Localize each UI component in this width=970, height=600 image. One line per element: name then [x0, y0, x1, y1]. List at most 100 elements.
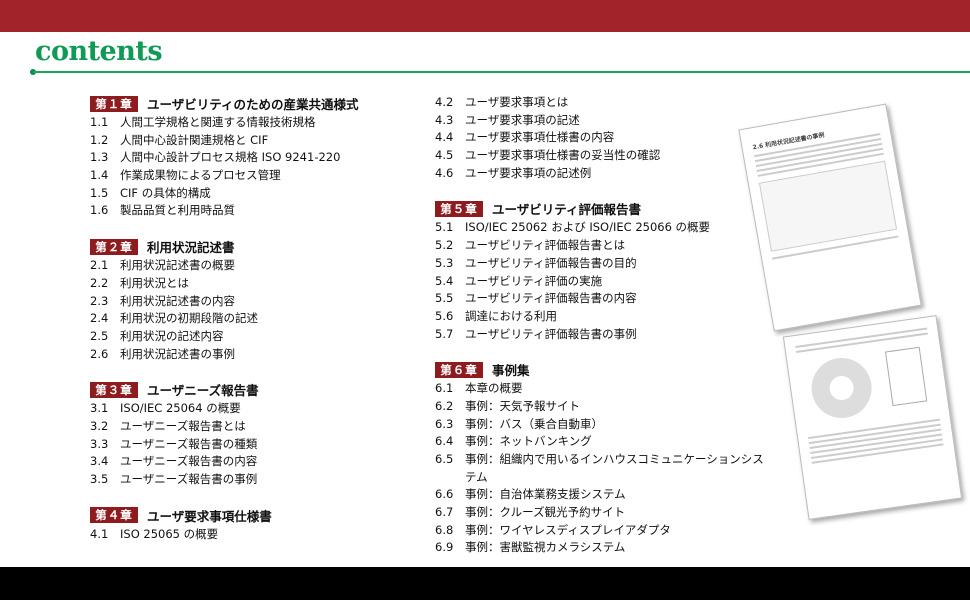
toc-item: 4.6 ユーザ要求事項の記述例 — [435, 165, 765, 183]
toc-item: 1.6 製品品質と利用時品質 — [90, 202, 420, 220]
toc-item: 5.4 ユーザビリティ評価の実施 — [435, 273, 765, 291]
item-title: ユーザ要求事項の記述例 — [465, 165, 592, 180]
item-title: ユーザ要求事項仕様書の妥当性の確認 — [465, 148, 661, 163]
item-title: 事例：自治体業務支援システム — [465, 487, 626, 502]
item-number: 6.7 — [435, 505, 454, 520]
toc-item: 2.1 利用状況記述書の概要 — [90, 257, 420, 275]
item-title: 製品品質と利用時品質 — [120, 203, 235, 218]
toc-item: 4.4 ユーザ要求事項仕様書の内容 — [435, 129, 765, 147]
item-number: 6.8 — [435, 522, 454, 537]
item-title: 事例：ワイヤレスディスプレイアダプタ — [465, 522, 671, 537]
item-title: 利用状況記述書の事例 — [120, 346, 235, 361]
item-number: 5.7 — [435, 326, 454, 341]
item-number: 5.6 — [435, 308, 454, 323]
item-number: 1.2 — [90, 132, 109, 147]
item-title: ISO/IEC 25062 および ISO/IEC 25066 の概要 — [465, 220, 711, 235]
chapter-title: ユーザ要求事項仕様書 — [147, 508, 272, 524]
item-number: 1.3 — [90, 150, 109, 165]
item-number: 1.4 — [90, 168, 109, 183]
chapter-heading: 第４章 ユーザ要求事項仕様書 — [90, 506, 420, 525]
item-title: 利用状況の初期段階の記述 — [120, 311, 258, 326]
toc-item: 2.4 利用状況の初期段階の記述 — [90, 310, 420, 328]
title-divider — [33, 71, 970, 73]
toc-item: 5.5 ユーザビリティ評価報告書の内容 — [435, 290, 765, 308]
item-number: 2.3 — [90, 293, 109, 308]
toc-item: 6.3 事例：バス（乗合自動車） — [435, 416, 765, 434]
item-number: 2.2 — [90, 275, 109, 290]
chapter-badge: 第５章 — [435, 200, 483, 217]
toc-item: 1.1 人間工学規格と関連する情報技術規格 — [90, 114, 420, 132]
item-title: 事例：クルーズ観光予約サイト — [465, 505, 626, 520]
item-title: 事例：組織内で用いるインハウスコミュニケーションシス — [465, 452, 764, 466]
toc-item: 2.2 利用状況とは — [90, 275, 420, 293]
item-title: 事例：天気予報サイト — [465, 398, 580, 413]
toc-item: 3.4 ユーザニーズ報告書の内容 — [90, 453, 420, 471]
chapter-title: ユーザニーズ報告書 — [147, 383, 259, 399]
item-title: 利用状況記述書の概要 — [120, 258, 235, 273]
item-title: 作業成果物によるプロセス管理 — [120, 168, 281, 183]
item-number: 1.6 — [90, 203, 109, 218]
chapter-badge: 第６章 — [435, 361, 483, 378]
item-title: ユーザビリティ評価報告書の事例 — [465, 326, 637, 341]
toc-item: 5.2 ユーザビリティ評価報告書とは — [435, 237, 765, 255]
chapter-badge: 第３章 — [90, 381, 138, 398]
item-number: 4.4 — [435, 130, 454, 145]
item-title: ユーザビリティ評価報告書の内容 — [465, 291, 637, 306]
chapter-heading: 第３章 ユーザニーズ報告書 — [90, 380, 420, 399]
toc-item: 4.1 ISO 25065 の概要 — [90, 526, 420, 544]
item-number: 3.3 — [90, 436, 109, 451]
item-title: 調達における利用 — [465, 308, 557, 323]
toc-item: 2.3 利用状況記述書の内容 — [90, 293, 420, 311]
sample-figure — [758, 160, 898, 252]
toc-item: 5.7 ユーザビリティ評価報告書の事例 — [435, 326, 765, 344]
item-title: ユーザビリティ評価報告書とは — [465, 238, 626, 253]
toc-item: 6.6 事例：自治体業務支援システム — [435, 486, 765, 504]
item-title: 利用状況とは — [120, 275, 189, 290]
toc-column-left: 第１章 ユーザビリティのための産業共通様式 1.1 人間工学規格と関連する情報技術規格… — [90, 94, 420, 543]
item-number: 4.2 — [435, 95, 454, 109]
toc-item: 5.6 調達における利用 — [435, 308, 765, 326]
item-title: ユーザビリティ評価の実施 — [465, 273, 603, 288]
item-title: CIF の具体的構成 — [120, 185, 211, 200]
toc-item: 6.7 事例：クルーズ観光予約サイト — [435, 504, 765, 522]
chapter-badge: 第１章 — [90, 95, 138, 112]
item-number: 6.4 — [435, 434, 454, 449]
item-number: 2.6 — [90, 346, 109, 361]
item-number: 5.3 — [435, 255, 454, 270]
item-title: 人間中心設計プロセス規格 ISO 9241-220 — [120, 150, 341, 165]
item-number: 6.6 — [435, 487, 454, 502]
chapter-heading: 第５章 ユーザビリティ評価報告書 — [435, 199, 765, 218]
toc-item: 5.1 ISO/IEC 25062 および ISO/IEC 25066 の概要 — [435, 219, 765, 237]
item-title: ユーザニーズ報告書の種類 — [120, 436, 258, 451]
chapter-badge: 第４章 — [90, 507, 138, 524]
chapter-title: ユーザビリティ評価報告書 — [492, 202, 642, 218]
item-number: 3.1 — [90, 401, 109, 416]
sample-diagram-circle — [807, 354, 876, 422]
toc-item: 6.8 事例：ワイヤレスディスプレイアダプタ — [435, 522, 765, 540]
item-number: 5.4 — [435, 273, 454, 288]
item-number: 6.9 — [435, 540, 454, 555]
item-title-continued: テム — [465, 469, 488, 484]
chapter-title: 事例集 — [492, 363, 530, 379]
item-title: ユーザニーズ報告書の内容 — [120, 454, 258, 469]
toc-column-right: 4.2 ユーザ要求事項とは 4.3 ユーザ要求事項の記述 4.4 ユーザ要求事項仕様書の内… — [435, 94, 765, 557]
toc-item: 3.5 ユーザニーズ報告書の事例 — [90, 471, 420, 489]
item-title: 事例：バス（乗合自動車） — [465, 416, 603, 431]
toc-item: 3.1 ISO/IEC 25064 の概要 — [90, 400, 420, 418]
toc-item: 6.4 事例：ネットバンキング — [435, 433, 765, 451]
sample-page-2 — [782, 315, 963, 520]
item-number: 3.2 — [90, 418, 109, 433]
item-number: 6.1 — [435, 381, 454, 396]
sample-pages-image: 2.6 利用状況記述書の事例 — [735, 95, 970, 520]
chapter-heading: 第６章 事例集 — [435, 360, 765, 379]
item-title: 本章の概要 — [465, 381, 523, 396]
item-number: 5.1 — [435, 220, 454, 235]
item-number: 4.5 — [435, 148, 454, 163]
toc-item: 1.2 人間中心設計関連規格と CIF — [90, 132, 420, 150]
sample-page-1: 2.6 利用状況記述書の事例 — [738, 103, 922, 332]
sample-diagram-box — [884, 346, 928, 407]
chapter-badge: 第２章 — [90, 238, 138, 255]
item-title: ユーザニーズ報告書の事例 — [120, 472, 258, 486]
item-title: ユーザビリティ評価報告書の目的 — [465, 255, 637, 270]
item-number: 4.1 — [90, 526, 109, 541]
